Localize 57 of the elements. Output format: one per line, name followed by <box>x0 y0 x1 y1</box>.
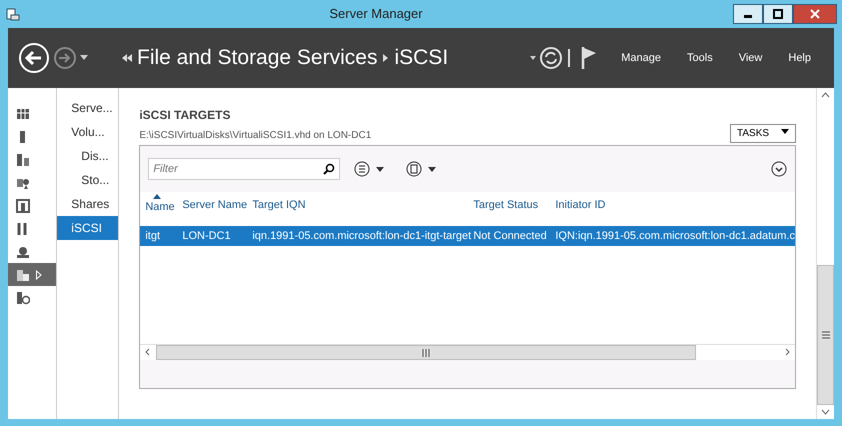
menu-item[interactable]: Tools <box>674 50 726 66</box>
expand-icon[interactable] <box>771 161 787 177</box>
nav-item[interactable]: iSCSI <box>57 216 118 240</box>
list-options-icon[interactable] <box>354 161 386 177</box>
column-header[interactable]: Name <box>145 199 175 216</box>
target-path: E:\iSCSIVirtualDisks\VirtualiSCSI1.vhd on LON-DC1 <box>139 129 372 143</box>
panel-icon <box>16 198 30 212</box>
search-icon[interactable] <box>323 163 336 175</box>
horizontal-scrollbar-thumb[interactable] <box>156 345 696 360</box>
section-title: iSCSI TARGETS <box>139 107 232 124</box>
device-icon <box>16 244 30 258</box>
servers-icon <box>16 152 30 166</box>
double-chevron-icon <box>122 54 132 62</box>
app-icon <box>6 7 20 21</box>
column-header[interactable]: Server Name <box>178 196 248 214</box>
menu-item[interactable]: Help <box>775 50 824 66</box>
expand-arrow-icon <box>36 270 42 280</box>
nav-item[interactable]: Dis... <box>57 144 118 168</box>
vertical-scrollbar-thumb[interactable] <box>817 265 834 405</box>
forward-icon[interactable] <box>52 46 77 70</box>
close-icon <box>810 9 820 19</box>
refresh-icon[interactable] <box>538 46 563 70</box>
table-cell-text: IQN:iqn.1991-05.com.microsoft:lon-dc1.adatum.c <box>554 228 795 244</box>
breadcrumb-current: iSCSI <box>394 45 448 72</box>
tasks-dropdown[interactable]: TASKS <box>730 124 796 143</box>
divider-icon <box>568 49 570 67</box>
maximize-icon <box>772 9 782 19</box>
grid-icon <box>16 106 30 120</box>
chevron-icon <box>382 54 389 62</box>
column-header[interactable]: Target IQN <box>248 196 470 214</box>
menu-item[interactable]: Manage <box>608 50 674 66</box>
table-cell-text: iqn.1991-05.com.microsoft:lon-dc1-itgt-target <box>251 228 470 244</box>
window-title: Server Manager <box>328 5 424 24</box>
filter-field[interactable]: Filter <box>148 158 340 180</box>
table-cell-text: itgt <box>144 228 162 244</box>
minimize-button[interactable] <box>732 4 762 24</box>
nav-item[interactable]: Volu... <box>57 120 118 144</box>
nav-item[interactable]: Serve... <box>57 96 118 120</box>
caret-icon[interactable] <box>530 56 536 60</box>
sort-ascending-icon <box>153 194 162 200</box>
table-cell-text: LON-DC1 <box>181 228 232 244</box>
nav-item[interactable]: Shares <box>57 192 118 216</box>
caret-icon[interactable] <box>80 55 88 61</box>
menu-item[interactable]: View <box>726 50 776 66</box>
table-cell-text: Not Connected <box>472 228 548 244</box>
flag-icon[interactable] <box>581 47 598 69</box>
breadcrumb-link[interactable]: File and Storage Services <box>137 42 378 74</box>
nav-item[interactable]: Sto... <box>57 168 118 192</box>
column-header[interactable]: Initiator ID <box>550 196 795 214</box>
column-header[interactable]: Target Status <box>470 196 550 214</box>
maximize-button[interactable] <box>762 4 792 24</box>
folders-icon <box>16 268 30 282</box>
sidebar-item[interactable] <box>8 263 56 286</box>
back-icon[interactable] <box>18 42 50 74</box>
table-row[interactable]: itgt LON-DC1 iqn.1991-05.com.microsoft:lon-dc1-itgt-target Not Connected IQN:iqn.1991-05.com.microsoft:lon-dc1.adatum.c <box>140 226 795 246</box>
caret-icon <box>781 126 789 136</box>
close-button[interactable] <box>792 4 836 24</box>
